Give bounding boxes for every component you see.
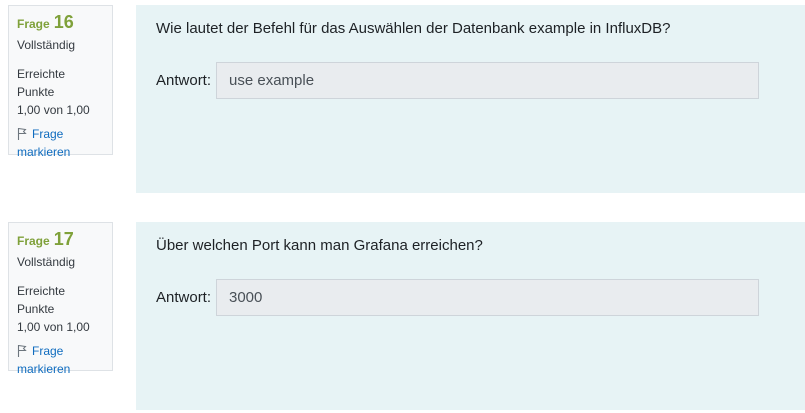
answer-row: Antwort: 3000 [156,279,785,316]
answer-label: Antwort: [156,289,212,306]
grade-value: 1,00 von 1,00 [17,103,90,117]
question-number: Frage 17 [17,229,104,250]
question-content: Über welchen Port kann man Grafana errei… [136,222,805,410]
question-number-value: 17 [53,229,74,249]
grade-label: Erreichte Punkte [17,284,66,316]
answer-field[interactable]: 3000 [216,279,759,316]
flag-outline-icon [17,345,27,357]
flag-question-label[interactable]: Frage markieren [17,125,70,161]
answer-label: Antwort: [156,72,212,89]
question-grade: Erreichte Punkte 1,00 von 1,00 [17,282,104,336]
flag-label-line1[interactable]: Frage [32,125,70,143]
answer-field[interactable]: use example [216,62,759,99]
question-content: Wie lautet der Befehl für das Auswählen … [136,5,805,193]
question-text: Wie lautet der Befehl für das Auswählen … [156,20,671,37]
question-number-value: 16 [53,12,74,32]
flag-question-link[interactable]: Frage markieren [17,125,104,161]
question-state: Vollständig [17,255,76,269]
flag-question-label[interactable]: Frage markieren [17,342,70,378]
question-number-label: Frage [17,17,50,31]
flag-label-line2[interactable]: markieren [17,143,70,161]
flag-label-line1[interactable]: Frage [32,342,70,360]
grade-label: Erreichte Punkte [17,67,66,99]
flag-outline-icon [17,128,27,140]
grade-value: 1,00 von 1,00 [17,320,90,334]
answer-row: Antwort: use example [156,62,785,99]
question-info-panel: Frage 16 Vollständig Erreichte Punkte 1,… [8,5,113,159]
question-grade: Erreichte Punkte 1,00 von 1,00 [17,65,104,119]
question-state: Vollständig [17,38,76,52]
flag-question-link[interactable]: Frage markieren [17,342,104,378]
question-text: Über welchen Port kann man Grafana errei… [156,237,483,254]
flag-label-line2[interactable]: markieren [17,360,70,378]
question-number-label: Frage [17,234,50,248]
question-info-panel: Frage 17 Vollständig Erreichte Punkte 1,… [8,222,113,376]
question-number: Frage 16 [17,12,104,33]
